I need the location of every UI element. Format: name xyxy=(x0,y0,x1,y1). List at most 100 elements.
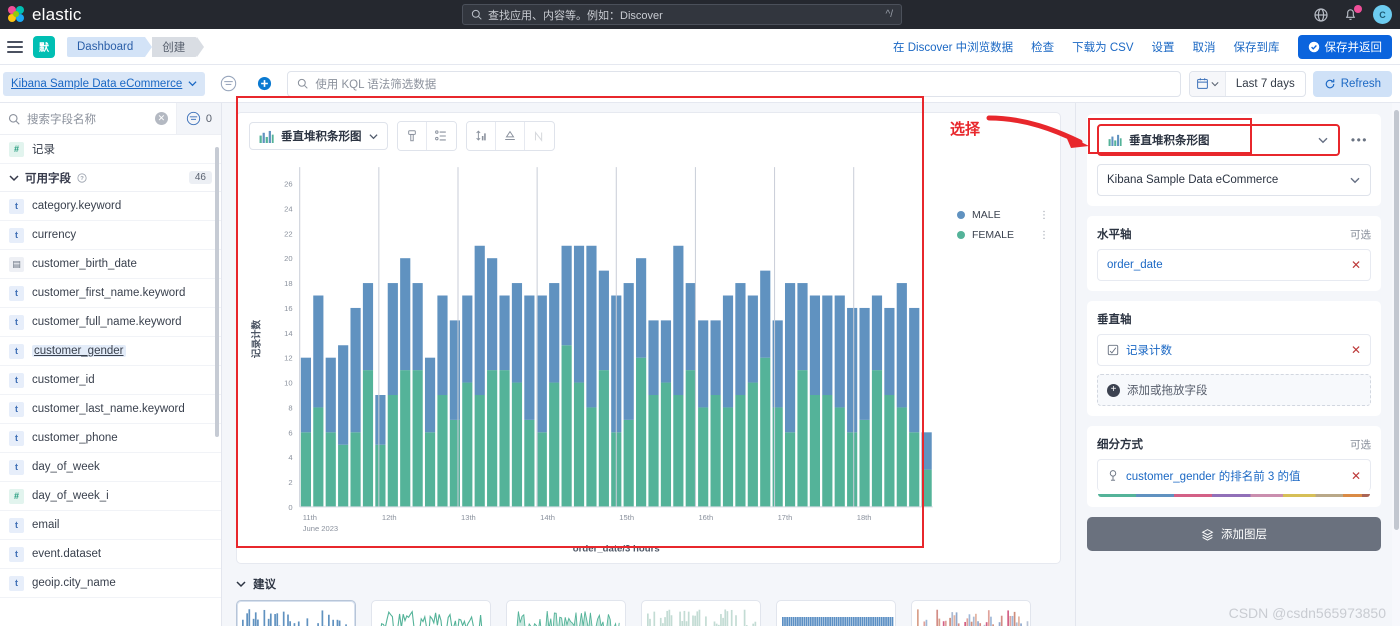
kql-search-input[interactable]: 使用 KQL 语法筛选数据 xyxy=(287,70,1181,97)
explore-in-discover-link[interactable]: 在 Discover 中浏览数据 xyxy=(893,39,1013,55)
refresh-button[interactable]: Refresh xyxy=(1312,70,1392,97)
legend-actions-icon[interactable]: ⋮ xyxy=(1039,210,1050,221)
avatar[interactable]: C xyxy=(1373,5,1392,24)
chevron-down-icon xyxy=(368,133,378,139)
fields-scrollbar[interactable] xyxy=(215,147,219,437)
dimension-customer-gender[interactable]: customer_gender 的排名前 3 的值 ✕ xyxy=(1097,459,1371,491)
date-type-icon: ▤ xyxy=(9,256,24,272)
suggestion-card[interactable] xyxy=(236,600,356,626)
field-row[interactable]: t category.keyword xyxy=(0,192,221,221)
palette-icon-button[interactable] xyxy=(397,122,427,150)
dimension-order-date[interactable]: order_date ✕ xyxy=(1097,249,1371,281)
svg-text:0: 0 xyxy=(288,503,292,512)
filter-icon xyxy=(220,75,237,92)
field-row[interactable]: t currency xyxy=(0,221,221,250)
suggestions-list xyxy=(236,600,1061,626)
chart-type-label: 垂直堆积条形图 xyxy=(281,131,362,143)
string-type-icon: t xyxy=(9,459,24,475)
inspect-link[interactable]: 检查 xyxy=(1031,39,1054,55)
elastic-logo[interactable]: elastic xyxy=(8,5,82,25)
globe-icon[interactable] xyxy=(1313,7,1329,23)
visualization-type-select[interactable]: 垂直堆积条形图 xyxy=(1097,124,1340,156)
field-row[interactable]: t event.dataset xyxy=(0,540,221,569)
breadcrumb-item-create[interactable]: 创建 xyxy=(152,36,205,57)
suggestion-card[interactable] xyxy=(911,600,1031,626)
flip-axis-icon-button[interactable] xyxy=(524,122,554,150)
brand-name: elastic xyxy=(32,4,82,24)
legend-item-male[interactable]: MALE ⋮ xyxy=(957,209,1060,221)
field-row[interactable]: # day_of_week_i xyxy=(0,482,221,511)
legend-actions-icon[interactable]: ⋮ xyxy=(1039,230,1050,241)
bell-icon[interactable] xyxy=(1343,4,1362,23)
calendar-button[interactable] xyxy=(1189,71,1226,96)
field-row[interactable]: t customer_last_name.keyword xyxy=(0,395,221,424)
suggestion-card[interactable] xyxy=(506,600,626,626)
stacked-bar-chart[interactable]: 02468101214161820222426记录计数11th 12th 13th 1… xyxy=(237,159,945,553)
search-icon xyxy=(298,78,308,89)
svg-text:8: 8 xyxy=(288,403,292,412)
svg-text:18: 18 xyxy=(284,279,292,288)
chart-canvas[interactable]: 0 2 4 6 8 10 12 14 16 18 20 22 24 26 记录计数 11th 12th 13th 1… xyxy=(237,159,945,563)
space-badge[interactable]: 默 xyxy=(33,35,55,58)
sort-axis-icon-button[interactable] xyxy=(466,122,496,150)
svg-text:10: 10 xyxy=(284,379,292,388)
string-type-icon: t xyxy=(9,372,24,388)
field-row[interactable]: t geoip.city_name xyxy=(0,569,221,598)
list-settings-icon-button[interactable] xyxy=(426,122,456,150)
field-row[interactable]: t customer_full_name.keyword xyxy=(0,308,221,337)
field-row[interactable]: t day_of_week xyxy=(0,453,221,482)
field-row[interactable]: ▤ customer_birth_date xyxy=(0,250,221,279)
field-search-input[interactable]: 搜索字段名称 ✕ xyxy=(0,103,176,134)
suggestion-card[interactable] xyxy=(371,600,491,626)
svg-text:记录计数: 记录计数 xyxy=(250,319,262,358)
svg-text:24: 24 xyxy=(284,204,292,213)
breadcrumb-item-dashboard[interactable]: Dashboard xyxy=(67,36,153,57)
plus-icon: + xyxy=(1107,383,1120,397)
dimension-count-of-records[interactable]: 记录计数 ✕ xyxy=(1097,334,1371,366)
field-row[interactable]: t customer_phone xyxy=(0,424,221,453)
svg-text:14: 14 xyxy=(284,329,292,338)
field-row-records[interactable]: # 记录 xyxy=(0,135,221,164)
field-name: email xyxy=(32,519,60,531)
clear-search-icon[interactable]: ✕ xyxy=(154,112,168,125)
chevron-down-icon xyxy=(236,581,246,588)
field-row[interactable]: t customer_gender xyxy=(0,337,221,366)
cancel-link[interactable]: 取消 xyxy=(1193,39,1216,55)
suggestion-card[interactable] xyxy=(641,600,761,626)
help-icon[interactable]: ? xyxy=(77,172,87,183)
field-row[interactable]: t email xyxy=(0,511,221,540)
suggestions-header[interactable]: 建议 xyxy=(236,573,1061,595)
field-row[interactable]: t customer_id xyxy=(0,366,221,395)
field-row[interactable]: t customer_first_name.keyword xyxy=(0,279,221,308)
global-search-input[interactable]: 查找应用、内容等。例如：Discover ^/ xyxy=(462,4,902,25)
check-circle-icon xyxy=(1308,41,1319,53)
menu-icon[interactable] xyxy=(7,40,23,53)
available-fields-header[interactable]: 可用字段 ? 46 xyxy=(0,164,221,192)
visualization-workspace: 垂直堆积条形图 0 2 4 6 8 10 12 14 16 18 20 22 2… xyxy=(222,103,1075,626)
remove-dimension-icon[interactable]: ✕ xyxy=(1351,258,1361,272)
legend-icon-button[interactable] xyxy=(495,122,525,150)
suggestion-card[interactable] xyxy=(776,600,896,626)
save-and-return-button[interactable]: 保存并返回 xyxy=(1297,35,1392,59)
add-or-drop-field-vertical[interactable]: + 添加或拖放字段 xyxy=(1097,374,1371,406)
suggestion-bar-solid-blue xyxy=(782,617,894,626)
remove-dimension-icon[interactable]: ✕ xyxy=(1351,343,1361,357)
remove-dimension-icon[interactable]: ✕ xyxy=(1351,469,1361,483)
layers-icon xyxy=(1201,528,1214,541)
page-scrollbar[interactable] xyxy=(1394,110,1399,530)
download-csv-link[interactable]: 下载为 CSV xyxy=(1072,39,1133,55)
legend-item-female[interactable]: FEMALE ⋮ xyxy=(957,229,1060,241)
save-to-library-link[interactable]: 保存到库 xyxy=(1234,39,1280,55)
date-range-value[interactable]: Last 7 days xyxy=(1226,78,1305,90)
visualization-more-options-icon[interactable]: ••• xyxy=(1348,133,1371,147)
settings-link[interactable]: 设置 xyxy=(1152,39,1175,55)
config-datasource-select[interactable]: Kibana Sample Data eCommerce xyxy=(1097,164,1371,196)
filter-icon-button[interactable] xyxy=(215,71,241,97)
field-filter-button[interactable]: 0 xyxy=(175,103,221,134)
chart-type-selector[interactable]: 垂直堆积条形图 xyxy=(249,122,388,150)
add-filter-button[interactable] xyxy=(251,71,277,97)
datasource-selector[interactable]: Kibana Sample Data eCommerce xyxy=(3,71,206,96)
add-layer-button[interactable]: 添加图层 xyxy=(1087,517,1381,551)
chart-legend: MALE ⋮ FEMALE ⋮ xyxy=(945,159,1060,563)
watermark: CSDN @csdn565973850 xyxy=(1228,605,1386,621)
